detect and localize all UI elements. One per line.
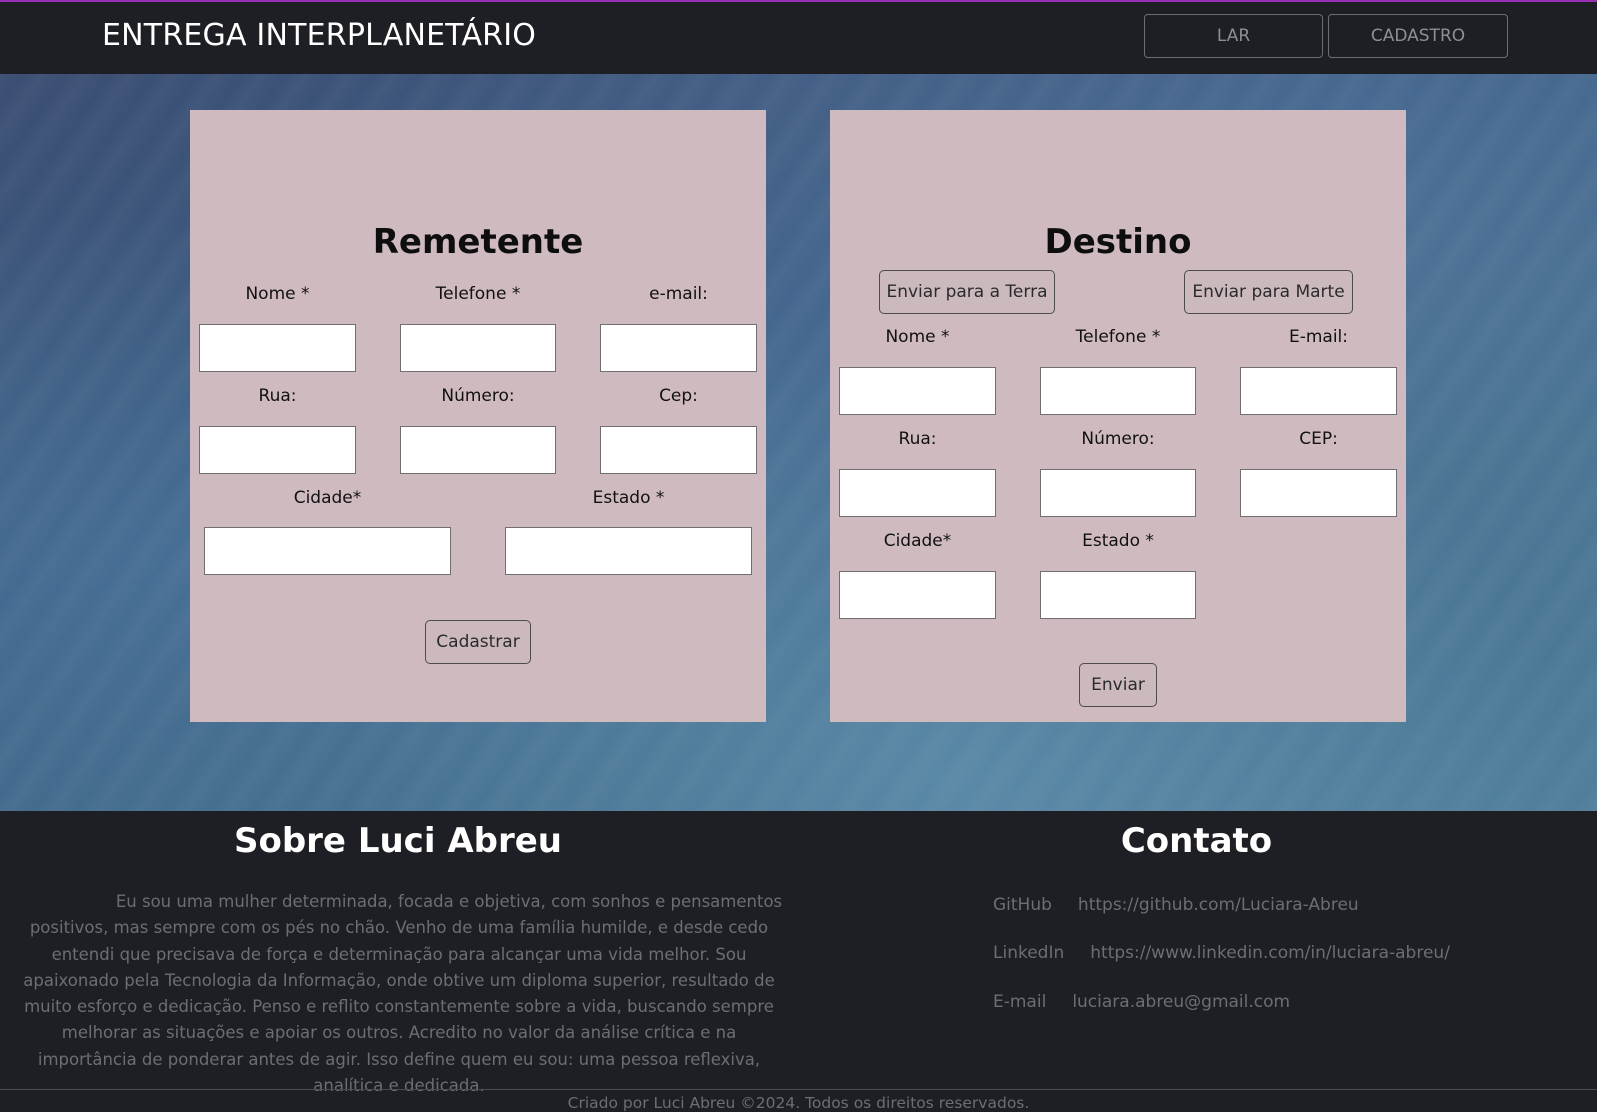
contact-linkedin-link[interactable]: https://www.linkedin.com/in/luciara-abre… (1090, 943, 1450, 963)
sender-zip-input[interactable] (600, 426, 757, 474)
contact-linkedin: LinkedIn https://www.linkedin.com/in/luci… (993, 943, 1450, 963)
sender-email-label: e-mail: (649, 284, 708, 304)
destination-state-input[interactable] (1040, 571, 1196, 619)
nav-home-button[interactable]: LAR (1144, 14, 1323, 58)
destination-phone-input[interactable] (1040, 367, 1196, 415)
contact-title: Contato (1120, 821, 1273, 861)
sender-form: Remetente Nome * Telefone * e-mail: Rua:… (190, 110, 766, 722)
destination-email-label: E-mail: (1288, 327, 1349, 347)
contact-github-label: GitHub (993, 895, 1052, 915)
contact-email-label: E-mail (993, 992, 1047, 1012)
send-to-mars-button[interactable]: Enviar para Marte (1184, 270, 1353, 314)
destination-state-label: Estado * (1082, 531, 1154, 551)
destination-city-input[interactable] (839, 571, 996, 619)
destination-phone-label: Telefone * (1075, 327, 1161, 347)
destination-zip-input[interactable] (1240, 469, 1397, 517)
contact-github-link[interactable]: https://github.com/Luciara-Abreu (1078, 895, 1359, 915)
send-to-earth-button[interactable]: Enviar para a Terra (879, 270, 1055, 314)
sender-submit-button[interactable]: Cadastrar (425, 620, 531, 664)
sender-phone-input[interactable] (400, 324, 556, 372)
footer-divider (0, 1089, 1597, 1090)
destination-street-label: Rua: (898, 429, 937, 449)
sender-city-label: Cidade* (293, 488, 362, 508)
destination-street-input[interactable] (839, 469, 996, 517)
destination-number-input[interactable] (1040, 469, 1196, 517)
sender-name-input[interactable] (199, 324, 356, 372)
sender-street-input[interactable] (199, 426, 356, 474)
sender-zip-label: Cep: (659, 386, 698, 406)
page-footer: Sobre Luci Abreu Eu sou uma mulher deter… (0, 811, 1597, 1112)
sender-email-input[interactable] (600, 324, 757, 372)
contact-email-link[interactable]: luciara.abreu@gmail.com (1072, 992, 1290, 1012)
nav-register-button[interactable]: CADASTRO (1328, 14, 1508, 58)
sender-phone-label: Telefone * (435, 284, 521, 304)
top-navbar: ENTREGA INTERPLANETÁRIO LAR CADASTRO (0, 0, 1597, 74)
about-title: Sobre Luci Abreu (233, 821, 563, 861)
contact-linkedin-label: LinkedIn (993, 943, 1065, 963)
sender-number-label: Número: (441, 386, 515, 406)
sender-state-input[interactable] (505, 527, 752, 575)
destination-submit-button[interactable]: Enviar (1079, 663, 1157, 707)
contact-github: GitHub https://github.com/Luciara-Abreu (993, 895, 1359, 915)
destination-number-label: Número: (1081, 429, 1155, 449)
copyright-text: Criado por Luci Abreu ©2024. Todos os di… (567, 1094, 1030, 1112)
sender-state-label: Estado * (592, 488, 665, 508)
sender-street-label: Rua: (258, 386, 297, 406)
site-brand[interactable]: ENTREGA INTERPLANETÁRIO (102, 18, 536, 53)
destination-title: Destino (1044, 222, 1192, 262)
sender-name-label: Nome * (245, 284, 310, 304)
contact-email: E-mail luciara.abreu@gmail.com (993, 992, 1290, 1012)
destination-form: Destino Enviar para a Terra Enviar para … (830, 110, 1406, 722)
destination-email-input[interactable] (1240, 367, 1397, 415)
sender-title: Remetente (372, 222, 584, 262)
destination-city-label: Cidade* (883, 531, 952, 551)
destination-name-input[interactable] (839, 367, 996, 415)
sender-number-input[interactable] (400, 426, 556, 474)
destination-zip-label: CEP: (1299, 429, 1338, 449)
destination-name-label: Nome * (885, 327, 950, 347)
about-text: Eu sou uma mulher determinada, focada e … (23, 892, 783, 1096)
sender-city-input[interactable] (204, 527, 451, 575)
